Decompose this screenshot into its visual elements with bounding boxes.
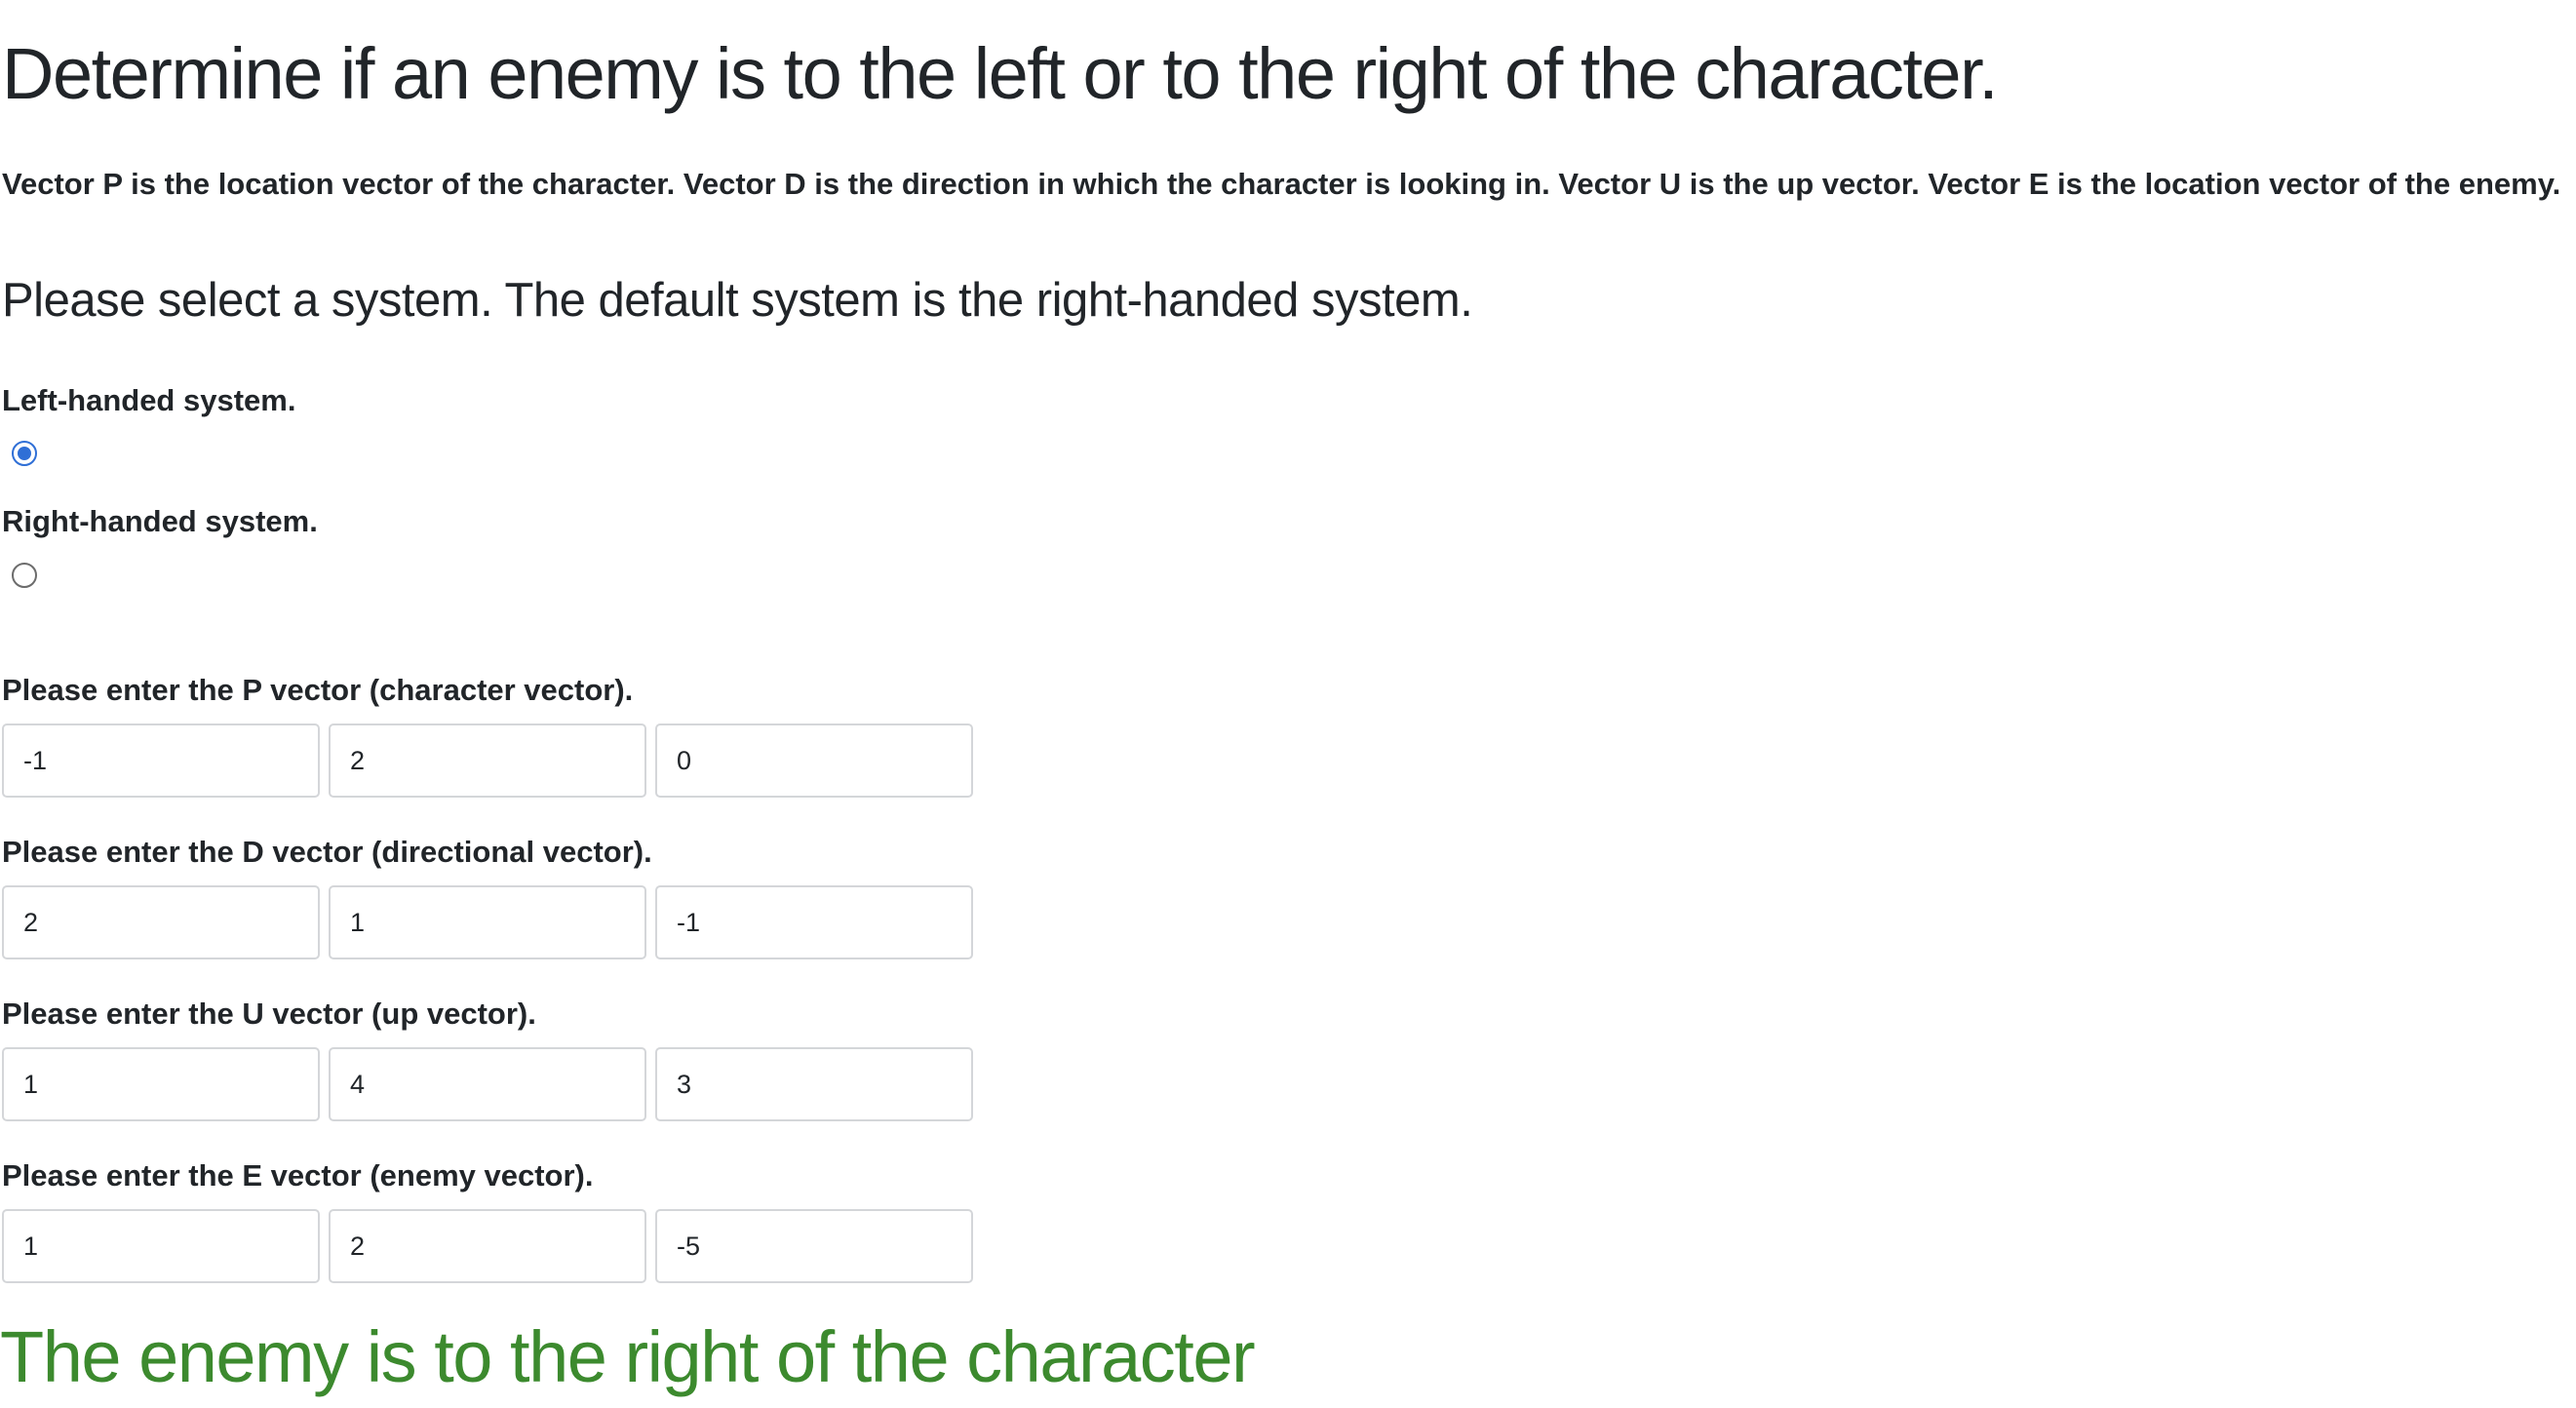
page: Determine if an enemy is to the left or … [0, 0, 2576, 1408]
result-text: The enemy is to the right of the charact… [0, 1316, 1256, 1397]
p-vector-label: Please enter the P vector (character vec… [2, 673, 634, 707]
u-vector-y-input[interactable] [329, 1047, 646, 1121]
u-vector-x-input[interactable] [2, 1047, 320, 1121]
e-vector-x-input[interactable] [2, 1209, 320, 1283]
d-vector-z-input[interactable] [655, 885, 973, 959]
right-handed-label: Right-handed system. [2, 504, 318, 538]
p-vector-x-input[interactable] [2, 724, 320, 798]
e-vector-z-input[interactable] [655, 1209, 973, 1283]
d-vector-x-input[interactable] [2, 885, 320, 959]
u-vector-label: Please enter the U vector (up vector). [2, 997, 536, 1031]
e-vector-label: Please enter the E vector (enemy vector)… [2, 1158, 594, 1193]
system-select-heading: Please select a system. The default syst… [2, 274, 1473, 327]
left-handed-label: Left-handed system. [2, 383, 296, 417]
d-vector-y-input[interactable] [329, 885, 646, 959]
e-vector-y-input[interactable] [329, 1209, 646, 1283]
p-vector-z-input[interactable] [655, 724, 973, 798]
page-title: Determine if an enemy is to the left or … [2, 33, 1999, 114]
left-handed-radio[interactable] [12, 441, 37, 466]
description-text: Vector P is the location vector of the c… [2, 167, 2561, 201]
right-handed-radio[interactable] [12, 563, 37, 588]
p-vector-y-input[interactable] [329, 724, 646, 798]
u-vector-z-input[interactable] [655, 1047, 973, 1121]
d-vector-label: Please enter the D vector (directional v… [2, 835, 652, 869]
